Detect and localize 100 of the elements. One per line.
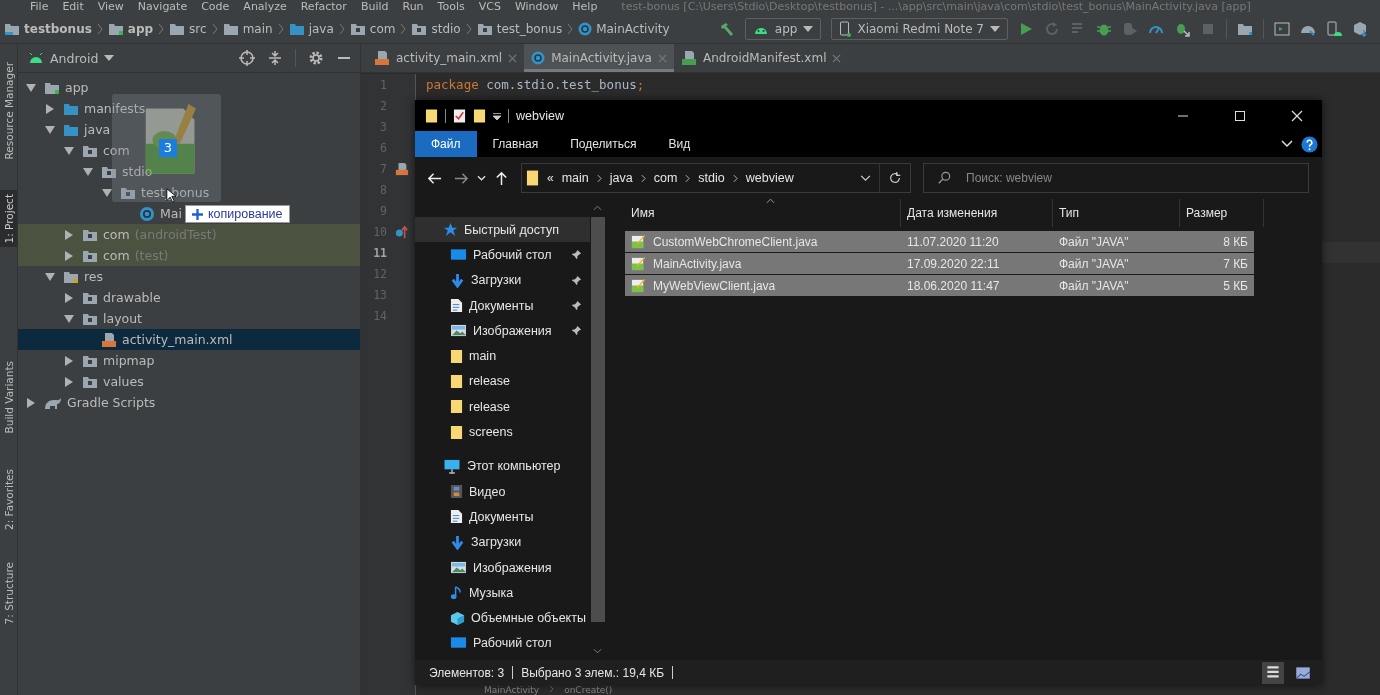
menu-item[interactable]: VCS — [478, 0, 501, 14]
overflow-button[interactable]: « — [547, 171, 554, 185]
file-row[interactable]: CustomWebChromeClient.java 11.07.2020 11:20 Файл "JAVA" 8 КБ — [625, 231, 1254, 252]
nav-item[interactable]: Быстрый доступ — [415, 217, 590, 243]
details-view-icon[interactable] — [1262, 661, 1284, 684]
tree-item[interactable]: Gradle Scripts — [18, 392, 156, 413]
chevron-icon[interactable] — [732, 173, 738, 183]
tree-item[interactable]: res — [18, 266, 104, 287]
tool-window-tab[interactable]: Build Variants — [0, 357, 17, 438]
expand-arrow-icon[interactable] — [102, 187, 112, 198]
expand-arrow-icon[interactable] — [64, 313, 74, 324]
nav-item[interactable]: screens — [415, 419, 590, 445]
breadcrumb-item[interactable]: app — [107, 21, 154, 36]
nav-item[interactable]: Рабочий стол — [415, 630, 590, 657]
nav-item[interactable]: Музыка — [415, 580, 590, 606]
expand-arrow-icon[interactable] — [45, 271, 55, 282]
ribbon-tab[interactable]: Файл — [415, 131, 477, 157]
breadcrumb-item[interactable]: test_bonus — [476, 21, 563, 36]
search-field[interactable]: Поиск: webview — [923, 163, 1309, 193]
properties-icon[interactable] — [453, 107, 466, 124]
tree-item[interactable]: java — [18, 119, 111, 140]
tree-item[interactable]: com (androidTest) — [18, 224, 360, 245]
expand-arrow-icon[interactable] — [64, 145, 74, 156]
caret-icon[interactable] — [477, 175, 486, 181]
view-dropdown[interactable]: Android — [28, 50, 115, 66]
tree-item[interactable]: drawable — [18, 287, 161, 308]
ribbon-tab[interactable]: Главная — [476, 131, 555, 157]
tree-item[interactable]: mipmap — [18, 350, 155, 371]
expand-arrow-icon[interactable] — [64, 292, 74, 303]
scroll-down-icon[interactable] — [593, 648, 602, 654]
menu-item[interactable]: File — [30, 0, 49, 14]
expand-arrow-icon[interactable] — [45, 124, 55, 135]
chevron-down-icon[interactable] — [1281, 140, 1293, 148]
expand-arrow-icon[interactable] — [45, 103, 55, 114]
column-header[interactable]: Тип — [1053, 199, 1180, 227]
nav-item[interactable]: release — [415, 368, 590, 395]
chevron-icon[interactable] — [685, 173, 691, 183]
breadcrumb-item[interactable]: com — [349, 21, 396, 36]
dropdown-icon[interactable] — [493, 111, 501, 120]
breadcrumb-item[interactable]: onCreate() — [564, 685, 613, 695]
menu-item[interactable]: Tools — [437, 0, 465, 14]
run-icon[interactable] — [1018, 20, 1034, 37]
path-segment[interactable]: main — [561, 171, 589, 185]
path-segment[interactable]: stdio — [698, 171, 725, 185]
tree-item[interactable]: values — [18, 371, 144, 392]
file-row[interactable]: MyWebViewClient.java 18.06.2020 11:47 Файл "JAVA" 5 КБ — [625, 275, 1254, 296]
column-header[interactable]: Размер — [1180, 199, 1264, 227]
nav-item[interactable]: Документы — [415, 292, 590, 319]
tool-window-tab[interactable]: 2: Favorites — [0, 465, 17, 535]
expand-arrow-icon[interactable] — [26, 397, 36, 408]
menu-item[interactable]: Run — [402, 0, 424, 14]
chevron-down-icon[interactable] — [860, 174, 871, 182]
breadcrumb-item[interactable]: main — [222, 21, 273, 36]
tool-window-tab[interactable]: 1: Project — [0, 189, 17, 247]
nav-item[interactable]: Рабочий стол — [415, 242, 590, 268]
menu-item[interactable]: Window — [514, 0, 559, 14]
refresh-icon[interactable] — [888, 171, 902, 185]
menu-item[interactable]: Analyze — [243, 0, 287, 14]
tree-item[interactable]: com (test) — [18, 245, 360, 266]
tree-item[interactable]: com — [18, 140, 130, 161]
expand-arrow-icon[interactable] — [64, 376, 74, 387]
help-icon[interactable] — [1301, 135, 1318, 153]
nav-item[interactable]: release — [415, 394, 590, 420]
ribbon-tab[interactable]: Вид — [652, 131, 707, 157]
tree-item[interactable]: app — [18, 77, 89, 98]
chevron-icon[interactable] — [596, 173, 602, 183]
column-header[interactable]: Имя — [625, 199, 901, 227]
nav-item[interactable]: Изображения — [415, 318, 590, 344]
breadcrumb-item[interactable]: src — [169, 21, 207, 36]
phone-icon[interactable] — [1326, 20, 1342, 37]
expand-arrow-icon[interactable] — [64, 250, 74, 261]
tree-item[interactable]: manifests — [18, 98, 146, 119]
breadcrumb-item[interactable]: java — [288, 21, 334, 36]
screen-icon[interactable] — [1274, 20, 1290, 37]
tool-window-tab[interactable]: Resource Manager — [0, 58, 17, 164]
expand-arrow-icon[interactable] — [64, 355, 74, 366]
maximize-icon[interactable] — [1234, 109, 1246, 122]
override-icon[interactable] — [395, 224, 409, 239]
file-row[interactable]: MainActivity.java 17.09.2020 22:11 Файл "JAVA" 7 КБ — [625, 253, 1254, 274]
path-segment[interactable]: java — [609, 171, 633, 185]
run-configuration-dropdown[interactable]: app — [744, 17, 822, 40]
path-segment[interactable]: com — [653, 171, 678, 185]
breadcrumb-item[interactable]: stdio — [411, 21, 461, 36]
menu-item[interactable]: Refactor — [300, 0, 347, 14]
nav-item[interactable]: Объемные объекты — [415, 605, 590, 631]
tool-window-tab[interactable]: 7: Structure — [0, 558, 17, 629]
hammer-icon[interactable] — [718, 20, 735, 37]
path-segment[interactable]: webview — [745, 171, 794, 185]
nav-item[interactable]: Изображения — [415, 554, 590, 581]
menu-item[interactable]: Build — [360, 0, 389, 14]
tree-item[interactable]: layout — [18, 308, 142, 329]
column-header[interactable]: Дата изменения — [901, 199, 1053, 227]
tree-item[interactable]: activity_main.xml — [18, 329, 360, 350]
crosshair-icon[interactable] — [239, 50, 255, 66]
menu-item[interactable]: Help — [572, 0, 598, 14]
nav-item[interactable]: Документы — [415, 504, 590, 530]
editor-tab[interactable]: activity_main.xml — [367, 44, 525, 72]
nav-item[interactable]: Видео — [415, 478, 590, 505]
breadcrumb-item[interactable]: MainActivity — [484, 685, 540, 695]
editor-tab[interactable]: AndroidManifest.xml — [673, 44, 849, 72]
